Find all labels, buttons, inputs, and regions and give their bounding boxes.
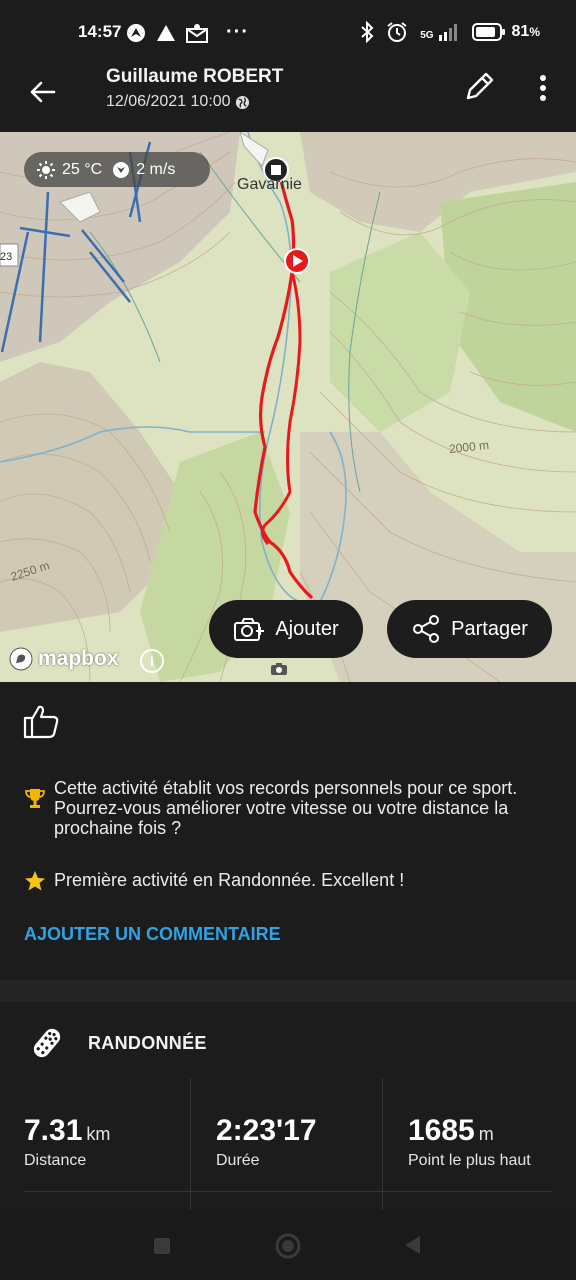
- activity-date: 12/06/2021 10:00: [106, 93, 231, 110]
- globe-icon: [235, 95, 249, 109]
- battery-value: 81: [511, 23, 530, 40]
- add-comment-link[interactable]: AJOUTER UN COMMENTAIRE: [24, 924, 281, 945]
- battery-unit: %: [529, 25, 540, 39]
- star-icon: [25, 871, 45, 891]
- personal-record-message: Cette activité établit vos records perso…: [24, 778, 544, 838]
- trophy-icon: [25, 789, 45, 808]
- more-options-button[interactable]: [530, 72, 556, 112]
- alarm-icon: [387, 22, 407, 42]
- map-info-button[interactable]: i: [140, 649, 164, 673]
- signal-bars-icon: [438, 24, 457, 41]
- activity-stats: 7.31 km Distance 2:23'17 Durée 1685 m Poin…: [0, 1078, 576, 1210]
- status-bar: 14:57 ··· 5G 81%: [0, 0, 576, 60]
- add-photo-button[interactable]: Ajouter: [209, 600, 363, 658]
- stat-number: 7.31: [24, 1114, 83, 1147]
- camera-plus-icon: [234, 618, 265, 641]
- first-activity-message: Première activité en Randonnée. Excellen…: [24, 870, 544, 892]
- mapbox-wordmark: mapbox: [38, 647, 119, 670]
- hiking-boot-icon: [33, 1028, 61, 1058]
- share-label: Partager: [451, 617, 528, 640]
- app-bar: Guillaume ROBERT 12/06/2021 10:00: [0, 60, 576, 132]
- sun-icon: [37, 160, 55, 179]
- stats-bottom-separator: [24, 1191, 552, 1192]
- sport-header: RANDONNÉE: [0, 1002, 576, 1082]
- weather-chip: 25 °C 2 m/s: [24, 152, 210, 187]
- stat-label: Distance: [24, 1152, 87, 1169]
- wind-speed-value: 2 m/s: [136, 160, 176, 178]
- recent-apps-icon[interactable]: [152, 1236, 172, 1256]
- back-nav-icon[interactable]: [402, 1234, 422, 1256]
- stat-number: 1685: [408, 1114, 475, 1147]
- status-notifications: ···: [126, 21, 249, 44]
- stat-unit: m: [478, 1124, 494, 1144]
- network-type-label: 5G: [420, 30, 434, 41]
- stat-value: 1685 m: [408, 1114, 494, 1148]
- photo-marker-icon[interactable]: [270, 662, 288, 676]
- first-activity-text: Première activité en Randonnée. Excellen…: [54, 870, 405, 890]
- pencil-icon: [466, 72, 494, 100]
- athlete-name: Guillaume ROBERT: [106, 66, 284, 87]
- stat-value: 7.31 km: [24, 1114, 110, 1148]
- system-navigation-bar: [0, 1210, 576, 1280]
- navigation-app-icon: [127, 23, 145, 42]
- edit-button[interactable]: [462, 70, 500, 110]
- network-5g-signal: 5G: [420, 23, 459, 41]
- activity-datetime: 12/06/2021 10:00: [106, 93, 250, 111]
- stat-number: 2:23'17: [216, 1114, 317, 1147]
- battery-status: 81%: [471, 23, 540, 41]
- share-button[interactable]: Partager: [387, 600, 552, 658]
- like-button[interactable]: [22, 702, 62, 742]
- stat-label: Point le plus haut: [408, 1152, 531, 1169]
- more-notifications-dots: ···: [226, 21, 249, 43]
- battery-icon: [471, 23, 505, 41]
- route-map[interactable]: 23 25 °C 2 m/s Gavarnie 2000 m 2250 m Aj…: [0, 132, 576, 682]
- place-label: Gavarnie: [237, 176, 302, 193]
- stat-label: Durée: [216, 1152, 260, 1169]
- status-system-icons: 5G 81%: [360, 21, 540, 43]
- thumbs-up-icon: [23, 705, 59, 739]
- arrow-left-icon: [30, 81, 56, 103]
- mapbox-logo-icon: [9, 647, 33, 671]
- more-vertical-icon: [540, 75, 546, 101]
- add-photo-label: Ajouter: [275, 617, 339, 640]
- bluetooth-icon: [361, 21, 374, 43]
- sport-name: RANDONNÉE: [88, 1033, 207, 1053]
- wind-direction-icon: [113, 161, 130, 178]
- triangle-app-icon: [157, 24, 175, 41]
- mapbox-attribution[interactable]: mapbox: [8, 646, 119, 672]
- battery-percentage: 81%: [512, 23, 540, 41]
- map-edge-label: 23: [0, 251, 12, 263]
- status-time: 14:57: [78, 22, 122, 41]
- personal-record-text: Cette activité établit vos records perso…: [54, 778, 518, 838]
- section-divider: [0, 980, 576, 1002]
- temperature-value: 25 °C: [62, 160, 103, 178]
- home-icon[interactable]: [274, 1232, 302, 1260]
- share-icon: [413, 615, 440, 643]
- back-button[interactable]: [22, 72, 62, 112]
- mail-notification-icon: [186, 23, 208, 43]
- stat-unit: km: [86, 1124, 111, 1144]
- stat-value: 2:23'17: [216, 1114, 321, 1148]
